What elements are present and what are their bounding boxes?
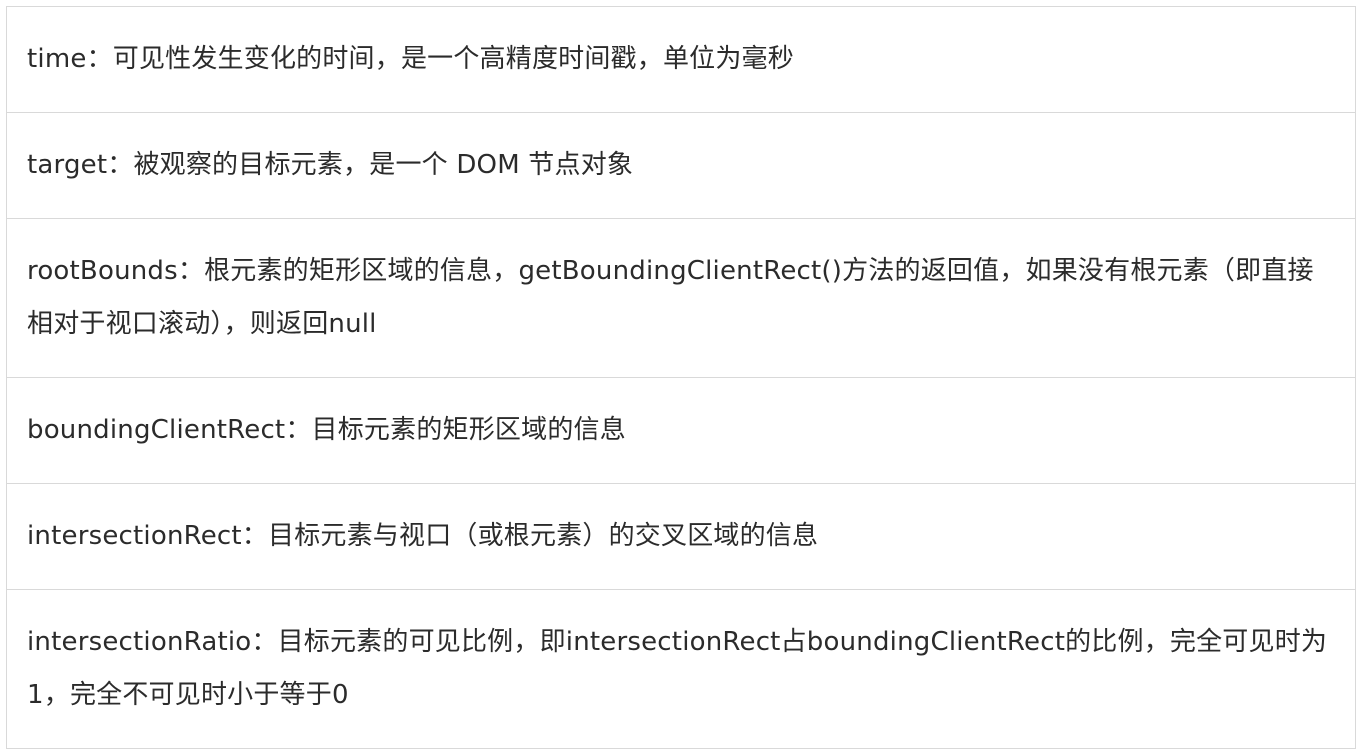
row-text: target：被观察的目标元素，是一个 DOM 节点对象 xyxy=(27,150,634,180)
row-text: boundingClientRect：目标元素的矩形区域的信息 xyxy=(27,415,626,445)
row-text: rootBounds：根元素的矩形区域的信息，getBoundingClient… xyxy=(27,256,1314,339)
table-row-intersectionratio: intersectionRatio：目标元素的可见比例，即intersectio… xyxy=(7,590,1355,749)
table-row-time: time：可见性发生变化的时间，是一个高精度时间戳，单位为毫秒 xyxy=(7,7,1355,113)
table-row-rootbounds: rootBounds：根元素的矩形区域的信息，getBoundingClient… xyxy=(7,219,1355,378)
table-row-target: target：被观察的目标元素，是一个 DOM 节点对象 xyxy=(7,113,1355,219)
row-text: time：可见性发生变化的时间，是一个高精度时间戳，单位为毫秒 xyxy=(27,44,794,74)
table-row-boundingclientrect: boundingClientRect：目标元素的矩形区域的信息 xyxy=(7,378,1355,484)
table-row-intersectionrect: intersectionRect：目标元素与视口（或根元素）的交叉区域的信息 xyxy=(7,484,1355,590)
property-table: time：可见性发生变化的时间，是一个高精度时间戳，单位为毫秒 target：被… xyxy=(6,6,1356,749)
row-text: intersectionRatio：目标元素的可见比例，即intersectio… xyxy=(27,627,1328,710)
row-text: intersectionRect：目标元素与视口（或根元素）的交叉区域的信息 xyxy=(27,521,819,551)
